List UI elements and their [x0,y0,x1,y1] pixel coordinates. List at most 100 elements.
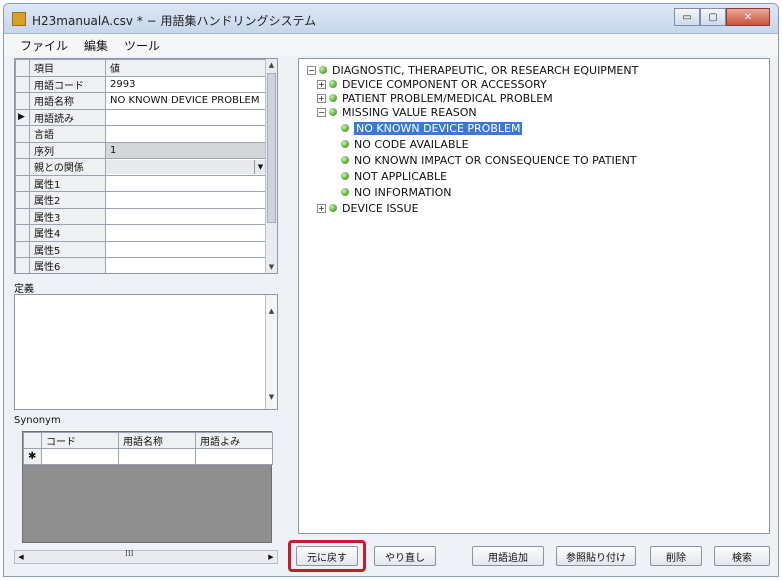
table-row[interactable]: 用語名称 NO KNOWN DEVICE PROBLEM [15,92,267,110]
row-value[interactable]: 2993 [105,75,267,93]
collapse-icon[interactable]: − [317,107,326,117]
paste-reference-button[interactable]: 参照貼り付け [556,546,636,566]
row-value[interactable] [105,257,267,273]
row-value[interactable] [105,240,267,258]
delete-button[interactable]: 削除 [650,546,702,566]
definition-scrollbar[interactable]: ▲ ▼ [265,295,277,409]
horizontal-scrollbar[interactable]: ◀ ⁞⁞⁞ ▶ [14,549,278,564]
tree-node-label[interactable]: MISSING VALUE REASON [342,106,477,119]
tree-node-label[interactable]: PATIENT PROBLEM/MEDICAL PROBLEM [342,92,553,105]
close-button[interactable]: ✕ [726,8,770,26]
definition-textarea[interactable]: ▲ ▼ [14,294,278,410]
menu-edit[interactable]: 編集 [84,37,108,54]
relation-combo[interactable]: ▼ [105,158,267,176]
row-value[interactable] [105,191,267,209]
table-row[interactable]: 属性1 [15,174,267,192]
tree-node[interactable]: + DEVICE COMPONENT OR ACCESSORY [317,77,547,91]
scroll-grip-icon[interactable]: ⁞⁞⁞ [125,549,134,559]
row-key: 用語読み [29,108,106,126]
tree-node-label[interactable]: NO KNOWN DEVICE PROBLEM [354,121,523,135]
definition-label: 定義 [14,284,34,295]
row-key: 属性4 [29,224,106,242]
table-row[interactable]: 属性2 [15,191,267,209]
tree-node[interactable]: + DEVICE ISSUE [317,201,419,215]
row-value[interactable] [105,224,267,242]
redo-button[interactable]: やり直し [374,546,436,566]
node-icon [341,188,349,196]
table-row[interactable]: 属性6 [15,257,267,273]
node-icon [329,80,337,88]
menu-file[interactable]: ファイル [20,37,68,54]
scroll-up-icon[interactable]: ▲ [266,59,277,71]
menu-tools[interactable]: ツール [124,37,160,54]
row-value[interactable] [105,125,267,143]
row-header-corner [15,59,30,77]
tree-node[interactable]: NO INFORMATION [341,185,452,199]
search-button[interactable]: 検索 [714,546,770,566]
table-row[interactable]: 親との関係 ▼ [15,158,267,176]
scroll-down-icon[interactable]: ▼ [266,391,277,403]
column-header-value[interactable]: 値 [105,59,267,77]
scroll-right-icon[interactable]: ▶ [265,551,277,563]
row-value[interactable]: 1 [105,141,267,159]
tree-node-selected[interactable]: NO KNOWN DEVICE PROBLEM [341,121,523,135]
column-header-code[interactable]: コード [41,432,119,449]
column-header-name[interactable]: 用語名称 [118,432,196,449]
scroll-up-icon[interactable]: ▲ [266,305,277,317]
row-key: 属性6 [29,257,106,273]
tree-node-label[interactable]: NO KNOWN IMPACT OR CONSEQUENCE TO PATIEN… [354,154,637,167]
tree-node-label[interactable]: DIAGNOSTIC, THERAPEUTIC, OR RESEARCH EQU… [332,64,638,77]
row-key: 用語コード [29,75,106,93]
column-header-item[interactable]: 項目 [29,59,106,77]
table-row[interactable]: 属性3 [15,207,267,225]
tree-node-label[interactable]: NOT APPLICABLE [354,170,447,183]
row-key: 属性3 [29,207,106,225]
row-value[interactable] [105,108,267,126]
tree-node-label[interactable]: DEVICE COMPONENT OR ACCESSORY [342,78,547,91]
table-row[interactable]: 属性5 [15,240,267,258]
tree-node[interactable]: + PATIENT PROBLEM/MEDICAL PROBLEM [317,91,553,105]
add-term-button[interactable]: 用語追加 [472,546,544,566]
row-value[interactable] [105,207,267,225]
row-value[interactable]: NO KNOWN DEVICE PROBLEM [105,92,267,110]
undo-button[interactable]: 元に戻す [296,546,358,566]
grid-scrollbar[interactable]: ▲ ▼ [265,59,277,273]
column-header-reading[interactable]: 用語よみ [195,432,273,449]
tree-node[interactable]: NO KNOWN IMPACT OR CONSEQUENCE TO PATIEN… [341,153,637,167]
table-row[interactable]: 言語 [15,125,267,143]
node-icon [329,204,337,212]
node-icon [319,66,327,74]
title-bar: H23manualA.csv * − 用語集ハンドリングシステム ▭ ▢ ✕ [4,4,778,34]
row-key: 序列 [29,141,106,159]
minimize-button[interactable]: ▭ [674,8,700,26]
expand-icon[interactable]: + [317,203,326,213]
row-value[interactable] [105,174,267,192]
tree-node[interactable]: NOT APPLICABLE [341,169,447,183]
tree-node-label[interactable]: NO CODE AVAILABLE [354,138,469,151]
tree-node-label[interactable]: DEVICE ISSUE [342,202,419,215]
tree-node-label[interactable]: NO INFORMATION [354,186,452,199]
current-row-marker[interactable]: ▶ [15,108,30,126]
new-row[interactable]: ✱ [23,448,273,465]
maximize-button[interactable]: ▢ [700,8,726,26]
row-key: 属性1 [29,174,106,192]
scroll-down-icon[interactable]: ▼ [266,261,277,273]
scroll-thumb[interactable] [267,73,276,223]
collapse-icon[interactable]: − [307,65,316,75]
node-icon [341,124,349,132]
scroll-left-icon[interactable]: ◀ [15,551,27,563]
table-row[interactable]: 序列 1 [15,141,267,159]
row-key: 属性2 [29,191,106,209]
table-row[interactable]: 用語コード 2993 [15,75,267,93]
tree-node[interactable]: NO CODE AVAILABLE [341,137,469,151]
node-icon [341,140,349,148]
node-icon [329,108,337,116]
expand-icon[interactable]: + [317,93,326,103]
expand-icon[interactable]: + [317,79,326,89]
table-row[interactable]: ▶ 用語読み [15,108,267,126]
tree-node[interactable]: − DIAGNOSTIC, THERAPEUTIC, OR RESEARCH EQ… [307,63,638,77]
app-window: H23manualA.csv * − 用語集ハンドリングシステム ▭ ▢ ✕ フ… [3,3,779,577]
tree-node[interactable]: − MISSING VALUE REASON [317,105,477,119]
table-row[interactable]: 属性4 [15,224,267,242]
app-icon [12,12,26,26]
